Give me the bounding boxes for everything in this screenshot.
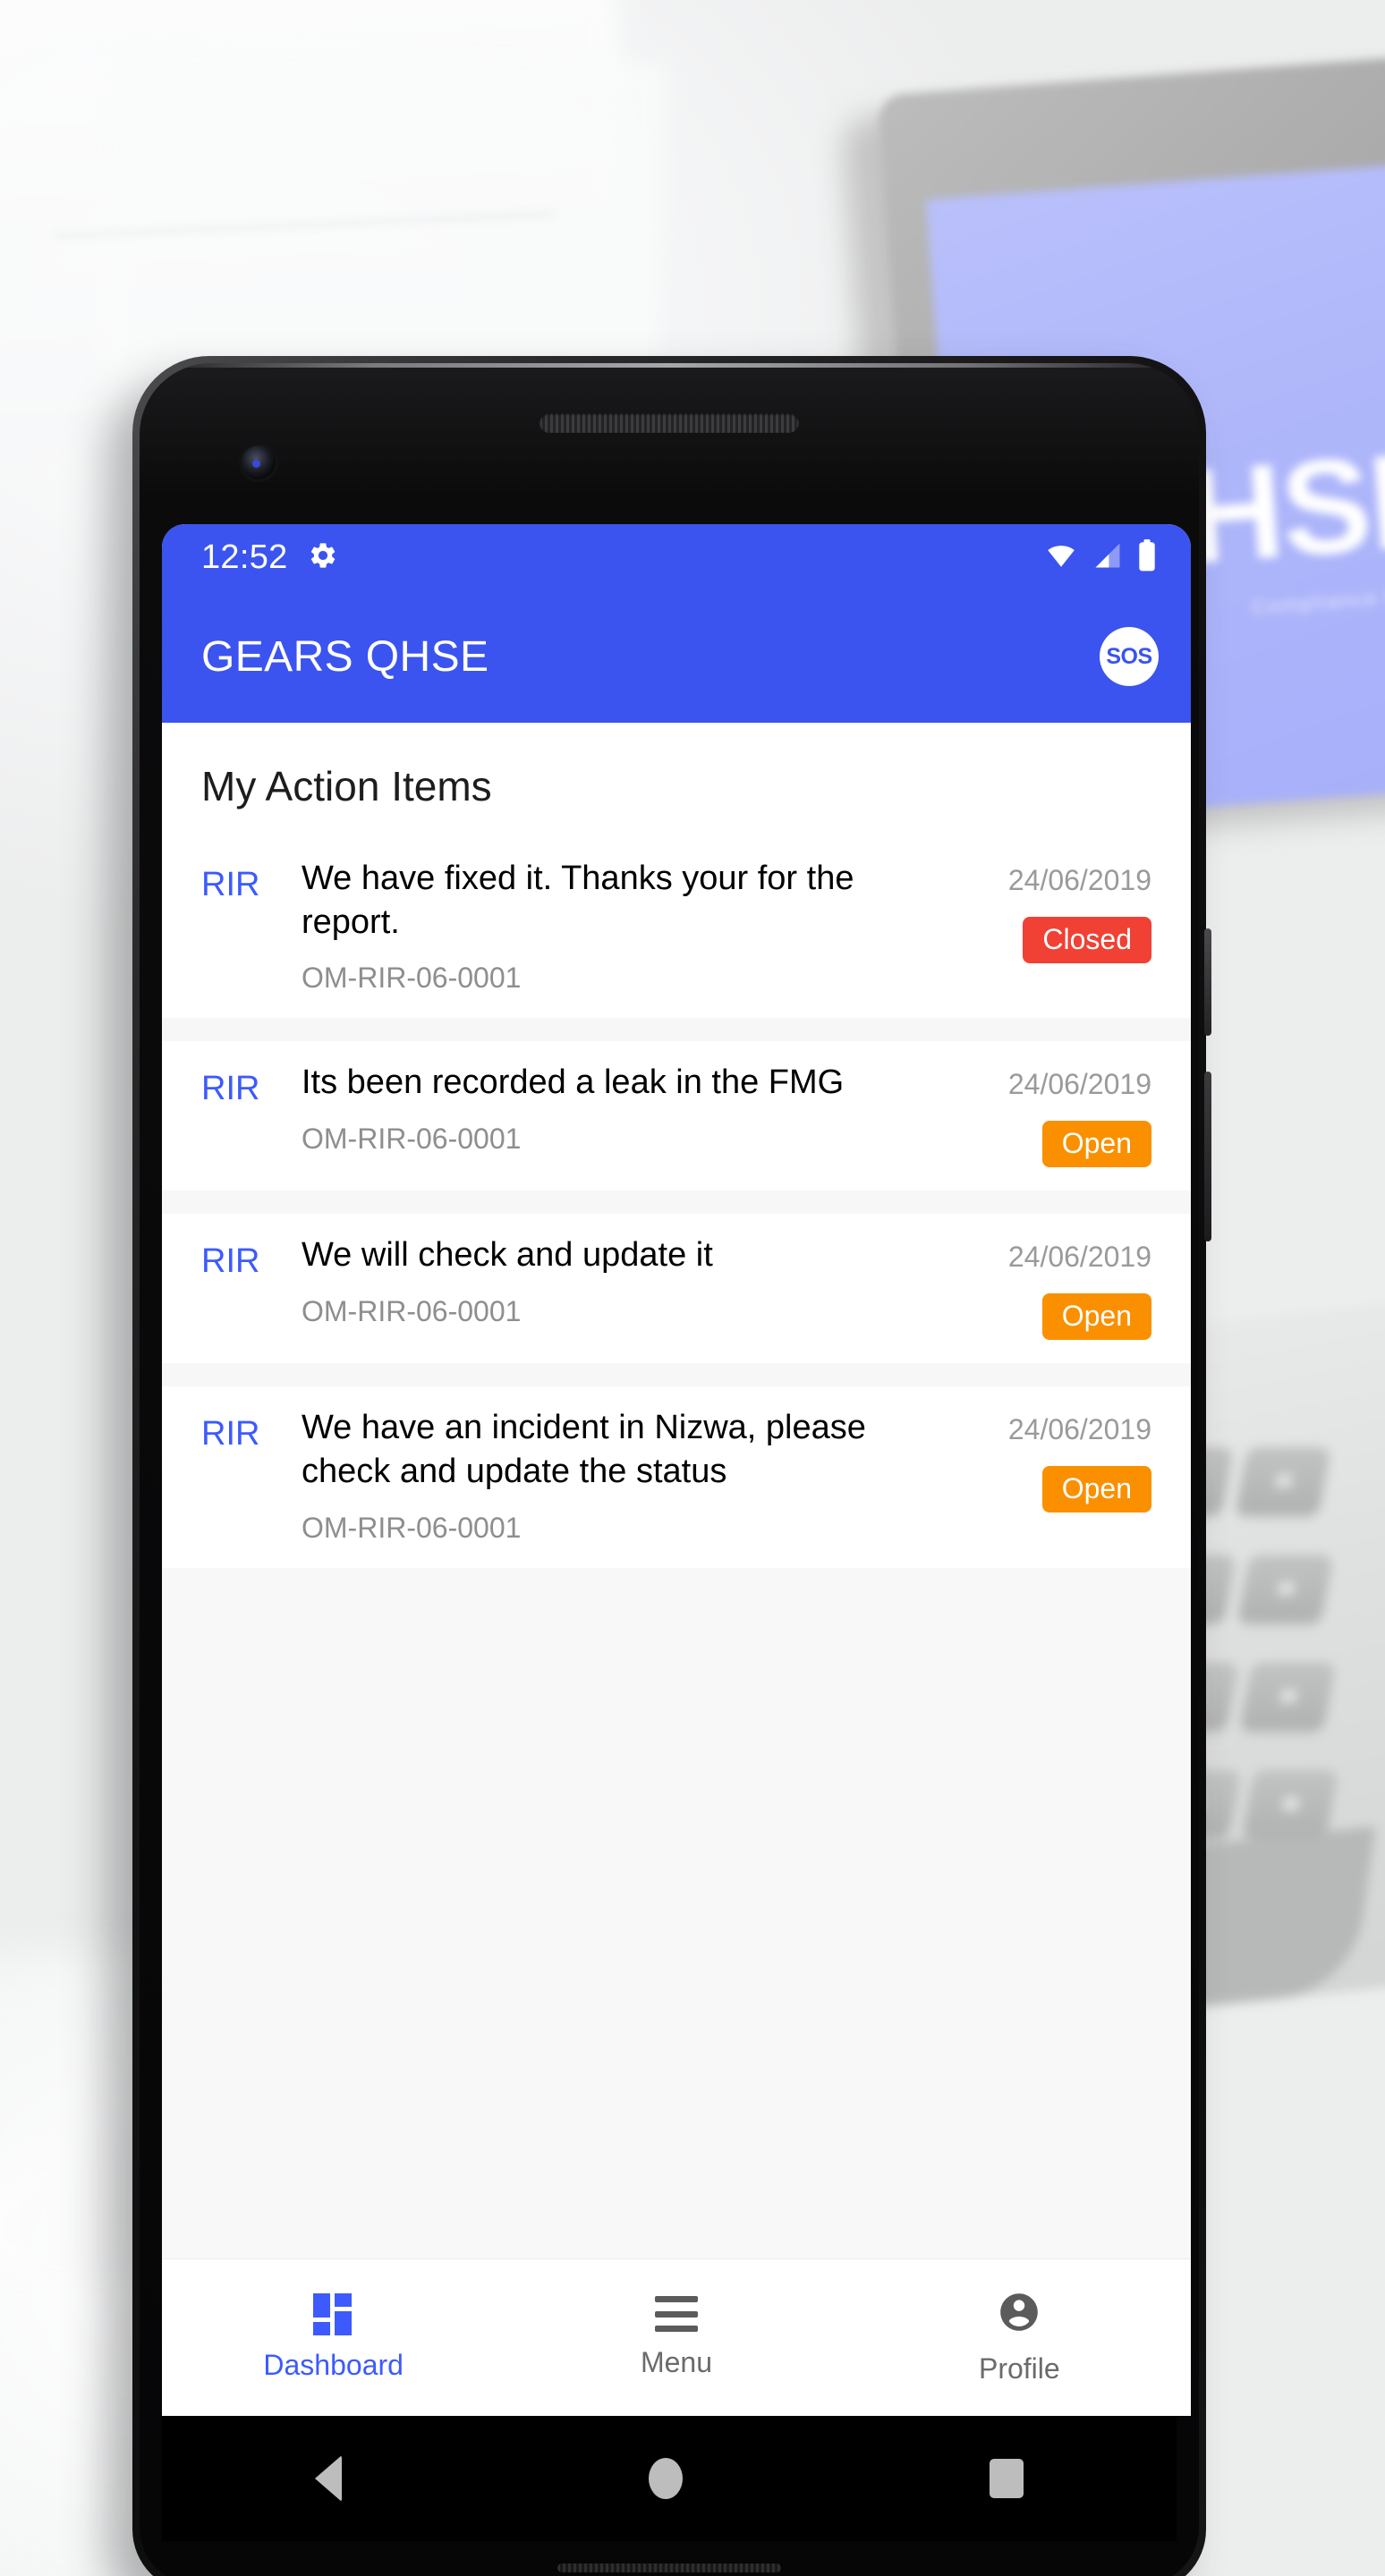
item-meta: 24/06/2019 Open xyxy=(965,1233,1151,1341)
status-bar-left: 12:52 xyxy=(201,538,338,577)
list-separator xyxy=(162,1018,1191,1042)
app-title: GEARS QHSE xyxy=(201,632,489,681)
front-camera-icon xyxy=(242,445,276,479)
item-type-label: RIR xyxy=(201,1415,260,1453)
item-meta: 24/06/2019 Open xyxy=(965,1061,1151,1168)
status-badge: Open xyxy=(1041,1293,1151,1341)
screenshot-scene: QHSE Compliance Management xyxy=(0,0,1385,2576)
battery-full-icon xyxy=(1137,538,1157,576)
item-main: We have fixed it. Thanks your for the re… xyxy=(302,857,965,995)
bottom-speaker-grille xyxy=(557,2563,781,2572)
keyboard-key xyxy=(1240,1662,1336,1731)
status-bar: 12:52 xyxy=(162,524,1191,590)
item-title: We will check and update it xyxy=(302,1236,713,1275)
nav-label-menu: Menu xyxy=(640,2346,713,2378)
item-reference: OM-RIR-06-0001 xyxy=(302,1122,522,1155)
item-date: 24/06/2019 xyxy=(1007,1413,1151,1446)
app-screen: 12:52 GEARS QHSE SOS My Action Items RIR… xyxy=(162,524,1191,2416)
status-badge: Open xyxy=(1041,1466,1151,1513)
item-date: 24/06/2019 xyxy=(1007,864,1151,896)
recents-square-icon[interactable] xyxy=(989,2459,1024,2498)
status-bar-right xyxy=(1044,538,1157,576)
content-area: My Action Items RIR We have fixed it. Th… xyxy=(162,723,1191,2258)
section-header: My Action Items xyxy=(162,723,1191,837)
item-date: 24/06/2019 xyxy=(1007,1241,1151,1274)
hamburger-menu-icon xyxy=(654,2296,698,2332)
item-type-label: RIR xyxy=(201,866,260,903)
nav-item-menu[interactable]: Menu xyxy=(505,2296,847,2379)
nav-item-profile[interactable]: Profile xyxy=(848,2291,1191,2385)
wifi-icon xyxy=(1044,540,1078,575)
sos-button[interactable]: SOS xyxy=(1100,627,1159,686)
list-empty-space xyxy=(162,1567,1191,2258)
phone-device: 12:52 GEARS QHSE SOS My Action Items RIR… xyxy=(132,356,1211,2576)
bezel-highlight xyxy=(140,363,1199,368)
item-type-label: RIR xyxy=(201,1070,260,1108)
item-main: Its been recorded a leak in the FMG OM-R… xyxy=(302,1061,965,1156)
item-main: We have an incident in Nizwa, please che… xyxy=(302,1406,965,1544)
phone-screen-frame: 12:52 GEARS QHSE SOS My Action Items RIR… xyxy=(140,363,1199,2576)
nav-item-dashboard[interactable]: Dashboard xyxy=(162,2293,505,2382)
item-type-label: RIR xyxy=(201,1242,260,1281)
nav-label-dashboard: Dashboard xyxy=(263,2349,404,2381)
item-reference: OM-RIR-06-0001 xyxy=(302,1511,522,1544)
status-badge: Open xyxy=(1041,1121,1151,1168)
power-button[interactable] xyxy=(1204,928,1211,1036)
list-item[interactable]: RIR Its been recorded a leak in the FMG … xyxy=(162,1041,1191,1191)
android-navigation-bar xyxy=(162,2416,1177,2541)
keyboard-key xyxy=(1235,1446,1331,1515)
list-item[interactable]: RIR We have fixed it. Thanks your for th… xyxy=(162,837,1191,1019)
status-bar-clock: 12:52 xyxy=(201,538,288,576)
list-item[interactable]: RIR We will check and update it OM-RIR-0… xyxy=(162,1214,1191,1364)
background-paper-second xyxy=(101,44,668,403)
keyboard-key xyxy=(1242,1770,1338,1838)
volume-button[interactable] xyxy=(1204,1072,1211,1241)
page-title: My Action Items xyxy=(201,763,492,809)
bottom-navigation: Dashboard Menu Profile xyxy=(162,2258,1191,2416)
item-title: We have an incident in Nizwa, please che… xyxy=(302,1409,866,1490)
list-separator xyxy=(162,1191,1191,1215)
home-circle-icon[interactable] xyxy=(648,2458,683,2499)
cellular-signal-icon xyxy=(1092,540,1123,575)
status-badge: Closed xyxy=(1023,917,1151,963)
app-bar: GEARS QHSE SOS xyxy=(162,590,1191,723)
item-reference: OM-RIR-06-0001 xyxy=(302,962,522,995)
list-item[interactable]: RIR We have an incident in Nizwa, please… xyxy=(162,1386,1191,1568)
back-triangle-icon[interactable] xyxy=(315,2455,343,2502)
dashboard-grid-icon xyxy=(312,2293,354,2335)
nav-label-profile: Profile xyxy=(978,2351,1060,2385)
person-account-icon xyxy=(998,2291,1041,2338)
gear-icon xyxy=(308,540,338,575)
action-items-list: RIR We have fixed it. Thanks your for th… xyxy=(162,837,1191,1568)
list-separator xyxy=(162,1363,1191,1387)
item-date: 24/06/2019 xyxy=(1007,1068,1151,1101)
keyboard-key xyxy=(1237,1555,1333,1623)
earpiece-speaker xyxy=(540,413,799,433)
item-meta: 24/06/2019 Closed xyxy=(965,857,1151,963)
item-main: We will check and update it OM-RIR-06-00… xyxy=(302,1233,965,1328)
item-title: Its been recorded a leak in the FMG xyxy=(302,1063,845,1102)
item-reference: OM-RIR-06-0001 xyxy=(302,1294,522,1327)
item-title: We have fixed it. Thanks your for the re… xyxy=(302,860,854,941)
item-meta: 24/06/2019 Open xyxy=(965,1406,1151,1513)
